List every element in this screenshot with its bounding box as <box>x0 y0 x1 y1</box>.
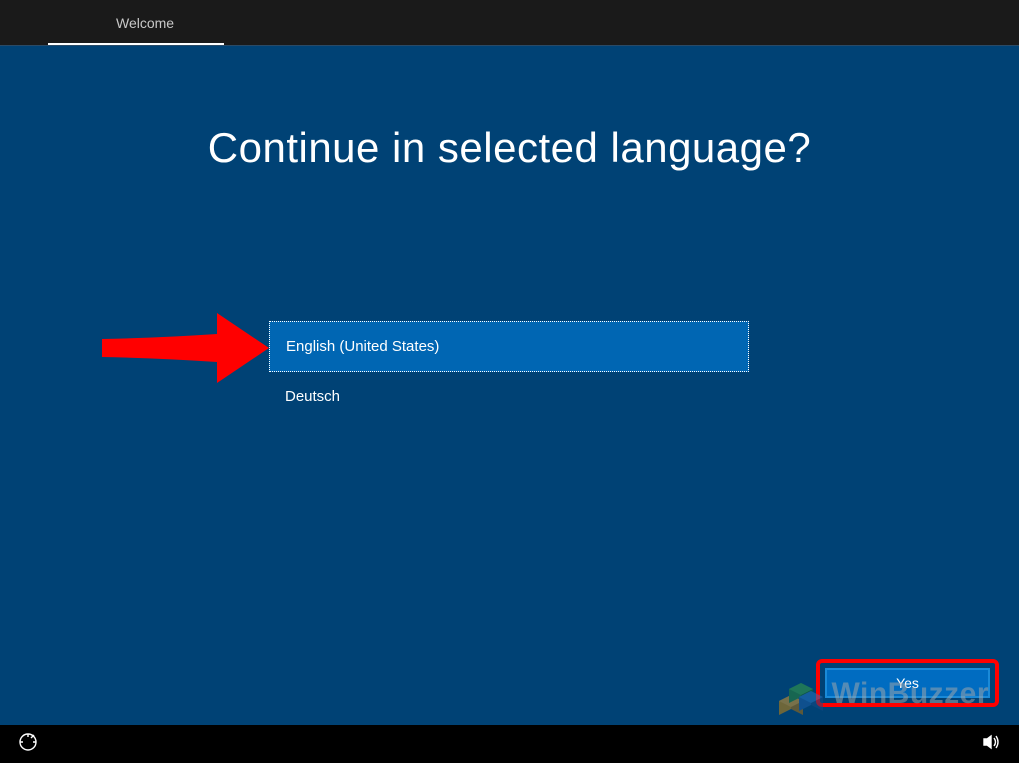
language-label: Deutsch <box>285 388 340 405</box>
annotation-arrow <box>97 309 272 392</box>
language-item-deutsch[interactable]: Deutsch <box>269 372 749 421</box>
ease-of-access-icon[interactable] <box>12 726 44 763</box>
language-label: English (United States) <box>286 338 439 355</box>
page-heading: Continue in selected language? <box>0 46 1019 172</box>
bottom-bar <box>0 725 1019 763</box>
tab-label: Welcome <box>116 15 174 31</box>
annotation-highlight-yes: Yes <box>816 659 999 707</box>
tab-welcome[interactable]: Welcome <box>48 3 224 45</box>
watermark-logo-icon <box>761 663 823 725</box>
language-item-english-us[interactable]: English (United States) <box>269 321 749 372</box>
language-list: English (United States) Deutsch <box>269 321 749 421</box>
tab-bar: Welcome <box>0 0 1019 45</box>
volume-icon[interactable] <box>975 726 1007 763</box>
main-content: Continue in selected language? English (… <box>0 45 1019 725</box>
yes-button[interactable]: Yes <box>825 668 990 698</box>
yes-button-label: Yes <box>896 675 919 691</box>
